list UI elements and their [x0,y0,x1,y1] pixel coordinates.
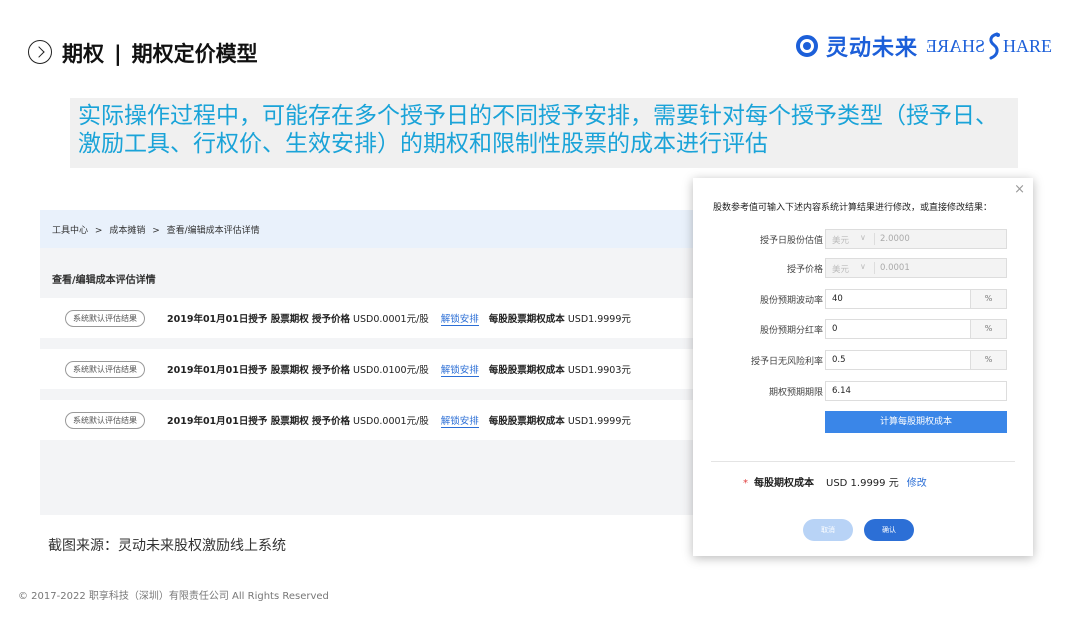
field-label: 授予价格 [786,265,823,275]
field-row-dividend: 股份预期分红率 0 % [693,319,1033,339]
field-row-grant-valuation: 授予日股份估值 美元 ∨ 2.0000 [693,229,1033,249]
field-value[interactable]: 40 [832,294,843,304]
breadcrumb-item-amortization[interactable]: 成本摊销 [109,226,145,236]
field-value: 0.0001 [880,263,910,273]
unlock-schedule-link[interactable]: 解锁安排 [440,413,479,428]
cancel-button[interactable]: 取消 [803,519,853,541]
edit-link[interactable]: 修改 [907,478,927,489]
grant-price: USD0.0100元/股 [353,365,429,376]
screenshot-source: 截图来源：灵动未来股权激励线上系统 [48,538,286,554]
grant-price: USD0.0001元/股 [353,314,429,325]
dividend-field[interactable]: 0 % [825,319,1007,339]
field-divider [874,233,875,245]
percent-unit: % [970,320,1006,338]
expected-term-field[interactable]: 6.14 [825,381,1007,401]
breadcrumb-item-tools[interactable]: 工具中心 [52,226,88,236]
field-label: 授予日无风险利率 [750,357,823,367]
title-separator: | [114,42,122,66]
confirm-button[interactable]: 确认 [864,519,914,541]
grant-price: USD0.0001元/股 [353,416,429,427]
list-item: 系统默认评估结果 2019年01月01日授予 股票期权 授予价格 USD0.00… [40,400,700,440]
status-badge: 系统默认评估结果 [65,360,145,378]
breadcrumb-item-current: 查看/编辑成本评估详情 [166,226,260,236]
copyright-footer: © 2017-2022 职享科技（深圳）有限责任公司 All Rights Re… [18,591,329,602]
chevron-down-icon: ∨ [860,262,866,271]
cost-label: 每股股票期权成本 [488,365,565,376]
dialog-hint: 股数参考值可输入下述内容系统计算结果进行修改，或直接修改结果： [713,203,993,213]
field-label: 期权预期期限 [768,388,823,398]
cost-calculator-dialog: × 股数参考值可输入下述内容系统计算结果进行修改，或直接修改结果： 授予日股份估… [693,178,1033,556]
field-label: 股份预期波动率 [759,296,823,306]
grant-price-field: 美元 ∨ 0.0001 [825,258,1007,278]
page-title: 期权 | 期权定价模型 [62,38,258,68]
risk-free-rate-field[interactable]: 0.5 % [825,350,1007,370]
unlock-schedule-link[interactable]: 解锁安排 [440,362,479,377]
volatility-field[interactable]: 40 % [825,289,1007,309]
logo-mark-icon [795,35,818,57]
cost-label: 每股股票期权成本 [488,416,565,427]
list-item: 系统默认评估结果 2019年01月01日授予 股票期权 授予价格 USD0.01… [40,349,700,389]
logo-en-right: HARE [1003,35,1052,56]
breadcrumb-sep-icon: > [94,226,103,236]
statement-text: 实际操作过程中，可能存在多个授予日的不同授予安排，需要针对每个授予类型（授予日、… [78,103,998,157]
status-badge: 系统默认评估结果 [65,309,145,327]
percent-unit: % [970,290,1006,308]
field-label: 授予日股份估值 [759,236,823,246]
logo-en-text: SHARE HARE [926,32,1052,60]
section-title: 查看/编辑成本评估详情 [52,275,156,286]
grant-valuation-field: 美元 ∨ 2.0000 [825,229,1007,249]
grant-desc: 2019年01月01日授予 股票期权 授予价格 [167,365,350,376]
breadcrumb-sep-icon: > [152,226,160,236]
list-item: 系统默认评估结果 2019年01月01日授予 股票期权 授予价格 USD0.00… [40,298,700,338]
field-divider [874,262,875,274]
result-label: 每股期权成本 [754,478,814,489]
cost-value: USD1.9999元 [567,416,631,427]
company-logo: 灵动未来 SHARE HARE [795,28,1052,64]
highlight-statement: 实际操作过程中，可能存在多个授予日的不同授予安排，需要针对每个授予类型（授予日、… [70,98,1018,168]
chevron-right-circle-icon [28,40,52,64]
breadcrumb: 工具中心 > 成本摊销 > 查看/编辑成本评估详情 [40,210,700,248]
logo-en-mirrored: SHARE [925,35,985,56]
calculate-cost-button[interactable]: 计算每股期权成本 [825,411,1007,433]
cost-label: 每股股票期权成本 [488,314,565,325]
divider [711,461,1015,462]
page-section: 期权 [62,42,104,66]
grant-desc: 2019年01月01日授予 股票期权 授予价格 [167,416,350,427]
field-row-risk-free-rate: 授予日无风险利率 0.5 % [693,350,1033,370]
system-screenshot-panel: 工具中心 > 成本摊销 > 查看/编辑成本评估详情 查看/编辑成本评估详情 系统… [40,210,700,515]
result-line: * 每股期权成本 USD 1.9999 元修改 [743,474,927,489]
percent-unit: % [970,351,1006,369]
grant-desc: 2019年01月01日授予 股票期权 授予价格 [167,314,350,325]
field-value[interactable]: 0 [832,324,837,334]
field-value: 2.0000 [880,234,910,244]
field-value[interactable]: 6.14 [832,386,851,396]
close-icon[interactable]: × [1014,182,1025,197]
field-label: 股份预期分红率 [759,326,823,336]
currency-select: 美元 [832,265,850,275]
currency-select: 美元 [832,236,850,246]
chevron-down-icon: ∨ [860,233,866,242]
result-value: USD 1.9999 元 [826,478,899,489]
field-value[interactable]: 0.5 [832,355,846,365]
required-star-icon: * [743,478,748,489]
status-badge: 系统默认评估结果 [65,411,145,429]
page-subtitle: 期权定价模型 [131,42,258,66]
logo-cn-text: 灵动未来 [825,36,918,61]
field-row-volatility: 股份预期波动率 40 % [693,289,1033,309]
field-row-grant-price: 授予价格 美元 ∨ 0.0001 [693,258,1033,278]
cost-value: USD1.9999元 [567,314,631,325]
unlock-schedule-link[interactable]: 解锁安排 [440,311,479,326]
logo-s-icon [989,32,1000,60]
cost-value: USD1.9903元 [567,365,631,376]
field-row-expected-term: 期权预期期限 6.14 [693,381,1033,401]
